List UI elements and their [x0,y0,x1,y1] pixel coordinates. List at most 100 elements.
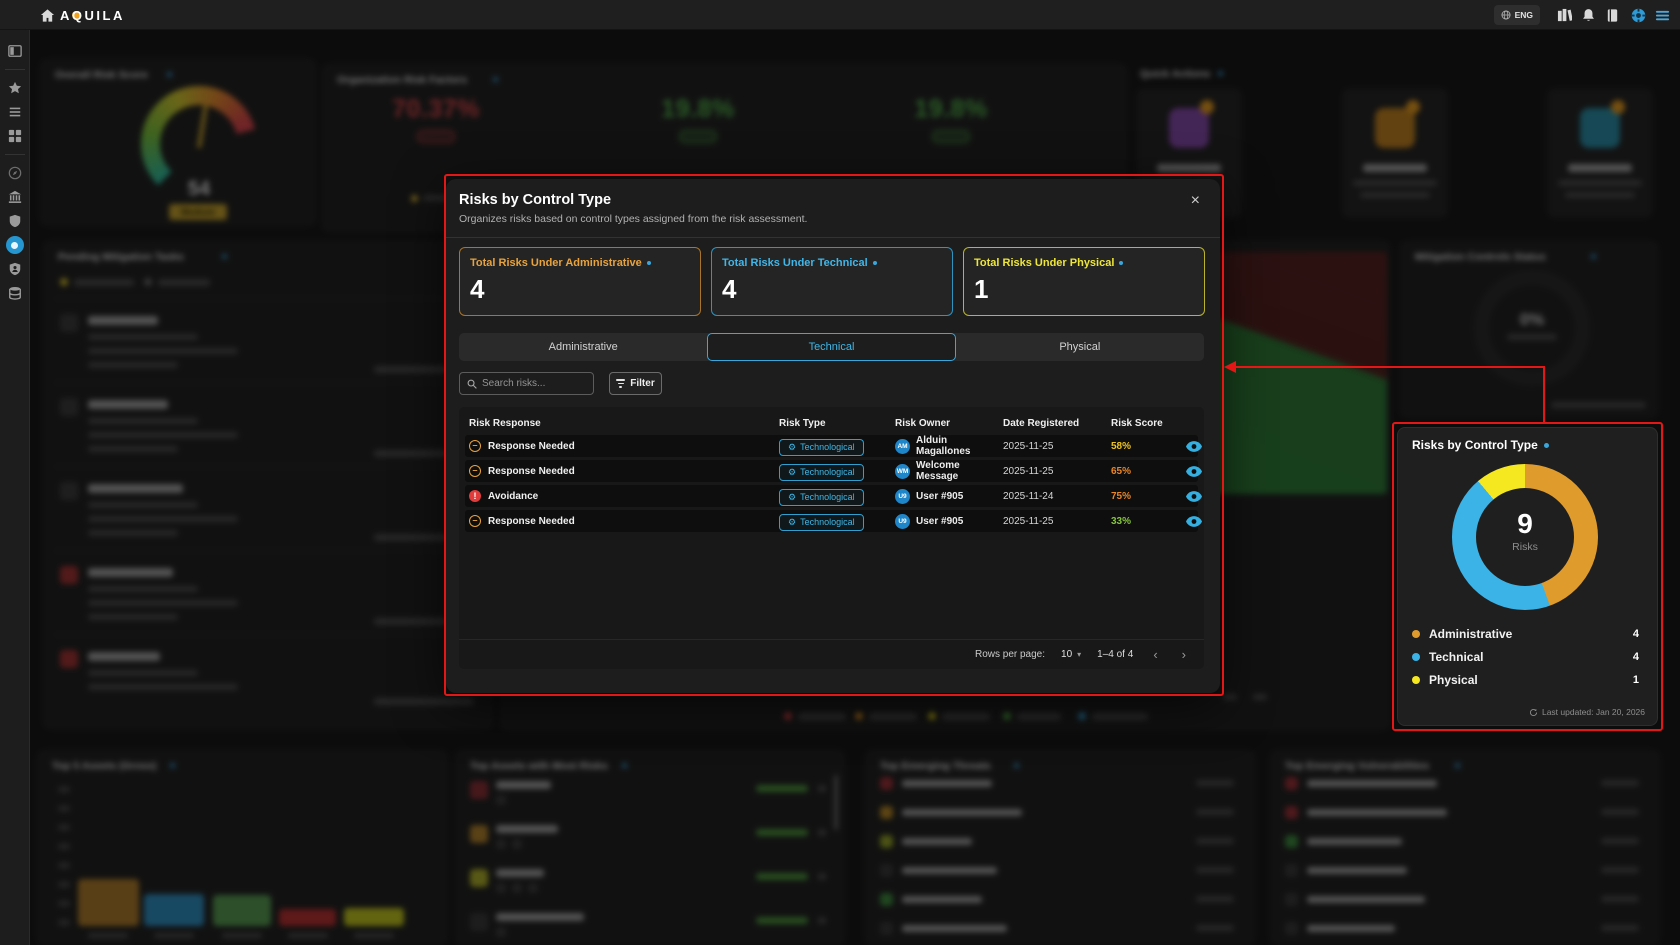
risk-type-badge: ⚙Technological [779,514,864,531]
info-icon [873,261,877,265]
avatar: U9 [895,489,910,504]
next-page-button[interactable]: › [1178,647,1190,662]
filter-button[interactable]: Filter [609,372,662,395]
left-sidebar [0,30,30,945]
gear-icon: ⚙ [788,493,796,502]
stat-total-physical: Total Risks Under Physical 1 [963,247,1205,316]
list-icon[interactable] [8,105,22,119]
view-risk-eye-icon[interactable] [1186,491,1202,502]
grid-icon[interactable] [8,129,22,143]
notifications-bell-icon[interactable] [1581,8,1596,23]
donut-total-label: Risks [1452,541,1598,553]
search-input[interactable] [482,378,586,389]
table-row[interactable]: Response Needed ⚙Technological U9User #9… [465,510,1198,532]
tab-technical[interactable]: Technical [707,333,955,361]
help-icon[interactable] [1631,8,1646,23]
legend-physical: Physical 1 [1412,668,1639,691]
stat-total-administrative: Total Risks Under Administrative 4 [459,247,701,316]
panel-toggle-icon[interactable] [8,44,22,58]
library-icon[interactable] [1557,8,1572,23]
modal-stat-cards: Total Risks Under Administrative 4 Total… [459,247,1205,316]
view-risk-eye-icon[interactable] [1186,516,1202,527]
sidebar-divider [5,69,25,70]
risk-module-active-icon[interactable] [6,236,24,254]
view-risk-eye-icon[interactable] [1186,466,1202,477]
response-warning-icon [469,465,481,477]
annotation-arrowhead [1224,361,1236,373]
language-selector[interactable]: ENG [1494,5,1540,25]
shield-icon[interactable] [8,214,22,228]
pagination-range: 1–4 of 4 [1097,649,1133,660]
view-risk-eye-icon[interactable] [1186,441,1202,452]
avatar: U9 [895,514,910,529]
table-row[interactable]: Response Needed ⚙Technological WMWelcome… [465,460,1198,482]
chevron-down-icon: ▾ [1077,650,1081,659]
legend-dot [1412,676,1420,684]
info-icon [647,261,651,265]
stat-value: 4 [470,274,484,305]
column-risk-score: Risk Score [1111,418,1168,429]
close-icon[interactable]: × [1191,193,1200,209]
legend-dot [1412,630,1420,638]
language-label: ENG [1515,10,1533,20]
tab-administrative[interactable]: Administrative [459,333,707,361]
risk-type-badge: ⚙Technological [779,464,864,481]
gear-icon: ⚙ [788,443,796,452]
last-updated: Last updated: Jan 20, 2026 [1529,707,1645,717]
column-date-registered: Date Registered [1003,418,1111,429]
bank-icon[interactable] [8,190,22,204]
rows-per-page-select[interactable]: 10▾ [1061,649,1081,660]
donut-center: 9 Risks [1452,510,1598,553]
avatar: AM [895,439,910,454]
control-type-donut-chart: 9 Risks [1452,464,1598,610]
risks-table: Risk Response Risk Type Risk Owner Date … [459,407,1204,669]
stat-total-technical: Total Risks Under Technical 4 [711,247,953,316]
risks-by-control-type-modal: Risks by Control Type Organizes risks ba… [446,179,1220,693]
menu-icon[interactable] [1655,8,1670,23]
legend-technical: Technical 4 [1412,645,1639,668]
docs-book-icon[interactable] [1605,8,1620,23]
prev-page-button[interactable]: ‹ [1149,647,1161,662]
annotation-connector-horizontal [1235,366,1545,368]
legend-dot [1412,653,1420,661]
sidebar-divider [5,154,25,155]
app-root: Overall Risk Score 54 Medium Organizatio… [0,0,1680,945]
globe-icon [1501,10,1511,20]
stat-value: 1 [974,274,988,305]
annotation-connector-vertical [1543,366,1545,424]
search-box[interactable] [459,372,594,395]
table-row[interactable]: Response Needed ⚙Technological AMAlduin … [465,435,1198,457]
refresh-icon [1529,708,1538,717]
response-danger-icon [469,490,481,502]
risk-type-badge: ⚙Technological [779,489,864,506]
risk-type-badge: ⚙Technological [779,439,864,456]
column-risk-response: Risk Response [469,418,779,429]
gear-icon: ⚙ [788,518,796,527]
table-header: Risk Response Risk Type Risk Owner Date … [465,411,1198,435]
compass-icon[interactable] [8,166,22,180]
card-title: Risks by Control Type [1412,438,1549,452]
modal-divider [446,237,1220,238]
modal-subtitle: Organizes risks based on control types a… [459,213,807,225]
legend-administrative: Administrative 4 [1412,622,1639,645]
donut-total-value: 9 [1452,510,1598,538]
table-row[interactable]: Avoidance ⚙Technological U9User #905 202… [465,485,1198,507]
search-icon [467,379,477,389]
user-shield-icon[interactable] [8,262,22,276]
rows-per-page-label: Rows per page: [975,649,1045,660]
stat-value: 4 [722,274,736,305]
donut-legend: Administrative 4 Technical 4 Physical 1 [1412,622,1639,691]
star-icon[interactable] [8,81,22,95]
avatar: WM [895,464,910,479]
aquila-logo[interactable]: AQUILA [60,8,125,23]
top-navbar: AQUILA ENG [0,0,1680,30]
risks-by-control-type-card[interactable]: Risks by Control Type 9 Risks Administra… [1397,427,1658,726]
modal-title: Risks by Control Type [459,192,611,208]
response-warning-icon [469,440,481,452]
tab-physical[interactable]: Physical [956,333,1204,361]
database-icon[interactable] [8,286,22,300]
home-icon[interactable] [40,8,55,23]
column-risk-owner: Risk Owner [895,418,1003,429]
filter-icon [616,379,625,388]
control-type-tabs: Administrative Technical Physical [459,333,1204,361]
